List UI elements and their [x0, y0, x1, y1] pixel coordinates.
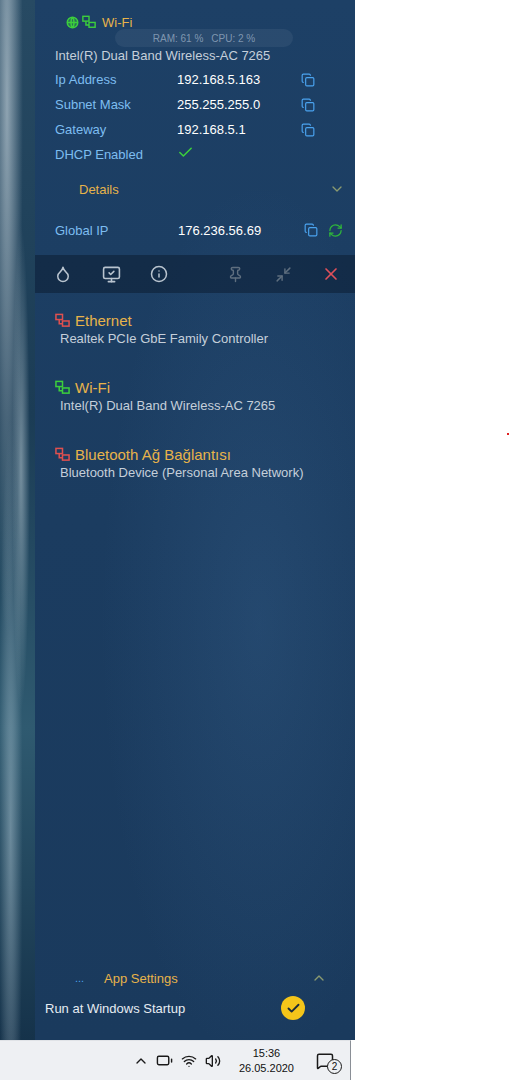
adapter-device: Bluetooth Device (Personal Area Network): [55, 464, 347, 482]
blank-area: [355, 0, 511, 1040]
adapter-item[interactable]: Wi-FiIntel(R) Dual Band Wireless-AC 7265: [35, 368, 355, 435]
copy-button[interactable]: [296, 73, 320, 87]
monitor-check-icon: [102, 265, 121, 284]
network-panel: RAM: 61 %CPU: 2 %Wi-FiIntel(R) Dual Band…: [35, 0, 355, 1040]
taskbar: 15:3626.05.2020 2: [0, 1040, 351, 1080]
close-icon: [321, 264, 341, 284]
copy-icon: [301, 123, 315, 137]
copy-icon: [304, 223, 318, 237]
info-row: Gateway192.168.5.1: [35, 117, 355, 142]
pin-icon: [227, 266, 244, 283]
theme-button[interactable]: [39, 255, 87, 293]
adapter-title: Wi-Fi: [55, 377, 347, 397]
info-row: Subnet Mask255.255.255.0: [35, 92, 355, 117]
info-value: 192.168.5.163: [177, 72, 296, 87]
wifi-button[interactable]: [177, 1042, 201, 1080]
close-button[interactable]: [307, 255, 355, 293]
notification-button[interactable]: 2: [308, 1042, 342, 1080]
toolbar: [35, 255, 355, 293]
settings-dots: ...: [75, 972, 104, 984]
toolbar-right: [207, 255, 355, 293]
battery-icon: [156, 1052, 173, 1069]
details-toggle[interactable]: Details: [35, 167, 355, 211]
check-icon: [177, 144, 194, 161]
clock-date: 26.05.2020: [239, 1061, 294, 1076]
adapter-title: Ethernet: [55, 310, 347, 330]
setting-label: Run at Windows Startup: [45, 1001, 185, 1016]
network-adapter-icon: [55, 380, 70, 395]
wallpaper: [0, 0, 35, 1040]
network-adapter-icon: [55, 447, 70, 462]
chevron-up-icon: [133, 1053, 149, 1069]
notification-count: 2: [327, 1059, 342, 1074]
toolbar-left: [35, 255, 183, 293]
volume-icon: [205, 1053, 221, 1069]
details-label: Details: [79, 182, 119, 197]
droplet-icon: [54, 265, 72, 283]
minimize-button[interactable]: [259, 255, 307, 293]
info-value: 255.255.255.0: [177, 97, 296, 112]
info-label: Subnet Mask: [55, 97, 177, 112]
settings-title: App Settings: [104, 971, 311, 986]
ram-usage: RAM: 61 %: [153, 33, 204, 44]
network-adapter-icon: [55, 313, 70, 328]
info-label: Gateway: [55, 122, 177, 137]
adapter-item[interactable]: Bluetooth Ağ BağlantısıBluetooth Device …: [35, 435, 355, 502]
active-adapter-device: Intel(R) Dual Band Wireless-AC 7265: [35, 47, 355, 65]
adapter-title: Bluetooth Ağ Bağlantısı: [55, 444, 347, 464]
battery-button[interactable]: [153, 1042, 177, 1080]
copy-icon: [301, 98, 315, 112]
chevron-up-icon: [311, 970, 327, 986]
copy-button[interactable]: [299, 223, 323, 237]
active-adapter-name: Wi-Fi: [102, 15, 132, 30]
pin-button[interactable]: [211, 255, 259, 293]
check-icon: [286, 1001, 301, 1016]
info-label: DHCP Enabled: [55, 147, 177, 162]
global-ip-value: 176.236.56.69: [178, 223, 299, 238]
wifi-icon: [181, 1053, 197, 1069]
adapter-device: Realtek PCIe GbE Family Controller: [55, 330, 347, 348]
info-icon: [150, 265, 168, 283]
taskbar-row: 15:3626.05.2020 2: [0, 1040, 511, 1080]
adapter-item[interactable]: EthernetRealtek PCIe GbE Family Controll…: [35, 301, 355, 368]
global-ip-row: Global IP176.236.56.69: [35, 213, 355, 247]
red-dot: [507, 433, 509, 435]
globe-icon: [66, 16, 79, 29]
global-ip-label: Global IP: [55, 223, 178, 238]
setting-row: Run at Windows Startup: [35, 996, 355, 1040]
info-value: 192.168.5.1: [177, 122, 296, 137]
clock[interactable]: 15:3626.05.2020: [231, 1042, 302, 1080]
screen: RAM: 61 %CPU: 2 %Wi-FiIntel(R) Dual Band…: [0, 0, 511, 1080]
refresh-button[interactable]: [323, 223, 347, 238]
adapter-list: EthernetRealtek PCIe GbE Family Controll…: [35, 293, 355, 502]
adapter-name: Bluetooth Ağ Bağlantısı: [75, 446, 231, 463]
minimize-icon: [275, 266, 292, 283]
adapter-name: Wi-Fi: [75, 379, 110, 396]
refresh-icon: [328, 223, 343, 238]
desktop: RAM: 61 %CPU: 2 %Wi-FiIntel(R) Dual Band…: [0, 0, 511, 1040]
status-overlay: RAM: 61 % CPU: 2 %: [115, 29, 293, 47]
info-label: Ip Address: [55, 72, 177, 87]
copy-icon: [301, 73, 315, 87]
blank-area: [351, 1040, 511, 1080]
copy-button[interactable]: [296, 123, 320, 137]
adapter-device: Intel(R) Dual Band Wireless-AC 7265: [55, 397, 347, 415]
settings-toggle[interactable]: ...App Settings: [35, 960, 355, 996]
chevron-down-icon: [329, 181, 345, 197]
clock-time: 15:36: [253, 1046, 281, 1061]
info-row: DHCP Enabled: [35, 142, 355, 167]
setting-checkbox[interactable]: [281, 996, 305, 1020]
volume-button[interactable]: [201, 1042, 225, 1080]
tray-expand-button[interactable]: [129, 1042, 153, 1080]
copy-button[interactable]: [296, 98, 320, 112]
check-cell: [177, 144, 296, 165]
info-row: Ip Address192.168.5.163: [35, 67, 355, 92]
cpu-usage: CPU: 2 %: [211, 33, 255, 44]
network-icon: [82, 15, 96, 29]
adapter-name: Ethernet: [75, 312, 132, 329]
info-button[interactable]: [135, 255, 183, 293]
adapters-button[interactable]: [87, 255, 135, 293]
